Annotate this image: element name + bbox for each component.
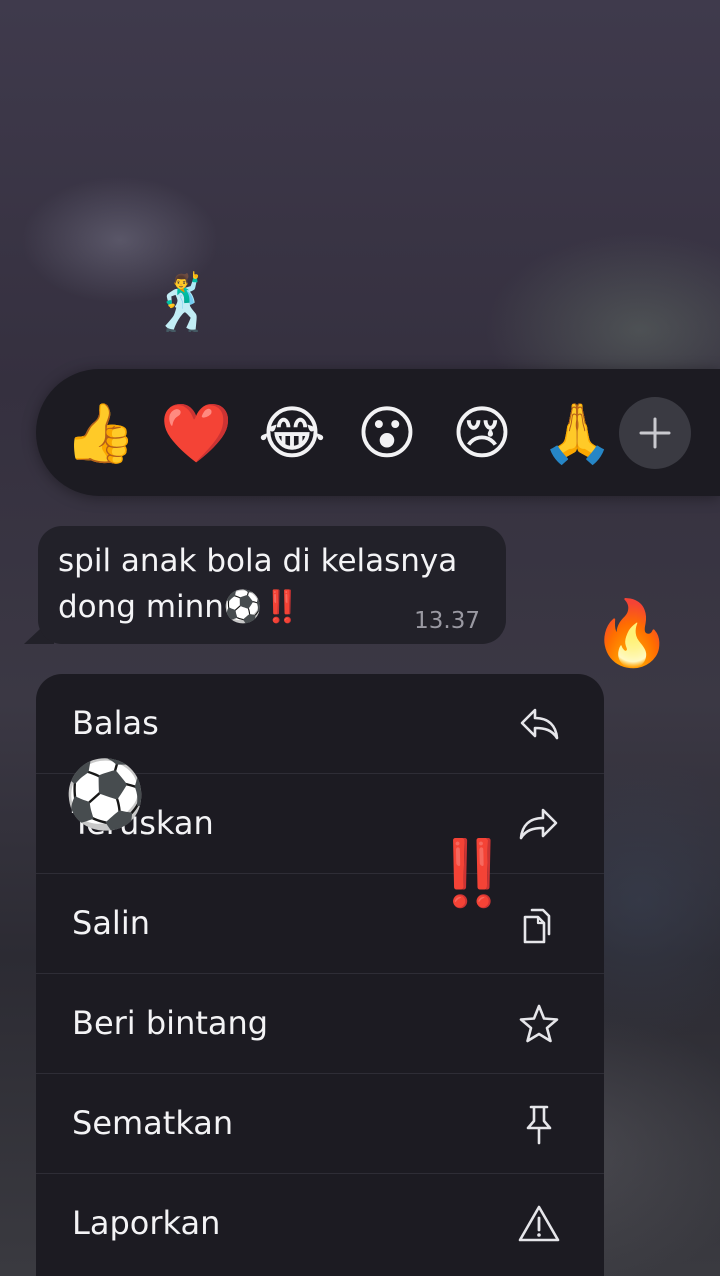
forward-icon bbox=[519, 808, 558, 840]
reaction-red-heart[interactable]: ❤️ bbox=[160, 397, 232, 469]
menu-item-label: Laporkan bbox=[72, 1204, 221, 1242]
menu-item-label: Salin bbox=[72, 904, 150, 942]
reply-icon bbox=[520, 708, 559, 740]
message-timestamp: 13.37 bbox=[414, 608, 480, 634]
soccer-ball-emoji: ⚽ bbox=[64, 756, 147, 833]
reaction-crying-face[interactable]: 😢 bbox=[446, 397, 518, 469]
reaction-bar: 👍 ❤️ 😂 😮 😢 🙏 bbox=[36, 369, 720, 496]
message-bubble: spil anak bola di kelasnya dong minn⚽‼️ … bbox=[38, 526, 506, 644]
menu-item-star[interactable]: Beri bintang bbox=[36, 974, 604, 1073]
menu-item-report[interactable]: Laporkan bbox=[36, 1174, 604, 1273]
menu-item-label: Balas bbox=[72, 704, 159, 742]
plus-icon bbox=[639, 417, 671, 449]
reaction-tears-of-joy[interactable]: 😂 bbox=[256, 397, 328, 469]
add-reaction-button[interactable] bbox=[619, 397, 691, 469]
menu-item-label: Beri bintang bbox=[72, 1004, 269, 1042]
reaction-folded-hands[interactable]: 🙏 bbox=[541, 397, 613, 469]
double-exclamation-emoji: ‼️ bbox=[432, 837, 512, 911]
star-icon bbox=[519, 1004, 559, 1043]
reaction-open-mouth[interactable]: 😮 bbox=[351, 397, 423, 469]
pin-icon bbox=[526, 1105, 552, 1145]
warning-icon bbox=[518, 1205, 560, 1242]
fire-emoji: 🔥 bbox=[592, 597, 672, 671]
copy-icon bbox=[523, 908, 551, 944]
reaction-thumbs-up[interactable]: 👍 bbox=[64, 397, 136, 469]
menu-item-label: Sematkan bbox=[72, 1104, 234, 1142]
dancer-emoji: 🕺 bbox=[150, 271, 218, 334]
menu-item-copy[interactable]: Salin bbox=[36, 874, 604, 973]
menu-item-pin[interactable]: Sematkan bbox=[36, 1074, 604, 1173]
